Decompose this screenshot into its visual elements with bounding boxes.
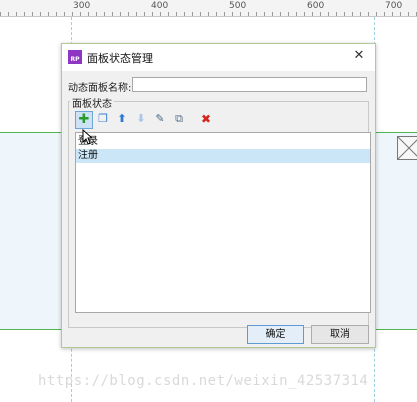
ruler-tick [280,12,281,16]
ruler-tick [352,12,353,16]
ruler-tick [360,12,361,16]
ruler-tick [0,12,1,16]
ruler-tick [24,12,25,16]
ruler-tick [168,12,169,16]
ruler-tick [200,12,201,16]
ruler-tick [144,12,145,16]
image-placeholder-icon[interactable] [397,136,417,160]
ruler-tick [112,12,113,16]
delete-icon[interactable]: ✖ [198,111,214,127]
ruler-tick [48,12,49,16]
ruler-tick [72,12,73,16]
ruler-tick [336,12,337,16]
ruler-tick [264,12,265,16]
ruler-tick [192,12,193,16]
ruler-tick [120,12,121,16]
dialog-titlebar[interactable]: RP 面板状态管理 ✕ [62,44,375,71]
ruler-tick [240,12,241,16]
ruler-tick [80,12,81,16]
panel-name-input[interactable] [132,77,367,92]
panel-name-label: 动态面板名称: [68,83,132,94]
ruler-label: 600 [307,1,325,11]
dialog-title: 面板状态管理 [87,52,153,65]
panel-states-group-label: 面板状态 [70,95,114,110]
ruler-tick [128,12,129,16]
ruler-label: 500 [229,1,247,11]
ruler-label: 400 [151,1,169,11]
arrow-down-icon[interactable]: ⬇ [133,111,149,127]
ruler-tick [16,12,17,16]
watermark-text: https://blog.csdn.net/weixin_42537314 [38,373,369,389]
ruler-tick [104,12,105,16]
ruler-tick [136,12,137,16]
edit-all-states-icon[interactable]: ⧉ [171,111,187,127]
plus-icon[interactable]: ✚ [75,111,93,129]
panel-state-manager-dialog: RP 面板状态管理 ✕ 动态面板名称: 面板状态 ✚ ❐ ⬆ ⬇ ✎ ⧉ ✖ 登… [61,43,376,348]
ruler-tick [56,12,57,16]
axure-app-icon: RP [68,50,82,64]
ruler-tick [368,12,369,16]
state-item-login[interactable]: 登录 [76,135,370,149]
ruler-tick [392,12,393,16]
ruler-tick [176,12,177,16]
ruler-tick [344,12,345,16]
ruler-tick [312,12,313,16]
ruler-label: 300 [73,1,91,11]
ruler-tick [96,12,97,16]
ruler-tick [408,12,409,16]
ruler-tick [304,12,305,16]
ruler-tick [40,12,41,16]
ruler-tick [160,12,161,16]
arrow-up-icon[interactable]: ⬆ [114,111,130,127]
ruler-tick [88,12,89,16]
mouse-cursor-icon [82,129,92,145]
ruler-tick [256,12,257,16]
ruler-tick [32,12,33,16]
copy-icon[interactable]: ❐ [95,111,111,127]
horizontal-ruler: 300 400 500 600 700 [0,0,417,17]
ruler-tick [152,12,153,16]
cancel-button[interactable]: 取消 [311,325,369,344]
ruler-tick [232,12,233,16]
ruler-tick [8,12,9,16]
close-icon[interactable]: ✕ [351,48,367,64]
ruler-tick [320,12,321,16]
ruler-tick [224,12,225,16]
ruler-tick [216,12,217,16]
ruler-tick [248,12,249,16]
ruler-tick [288,12,289,16]
ruler-label: 700 [385,1,403,11]
ruler-tick [400,12,401,16]
edit-state-icon[interactable]: ✎ [152,111,168,127]
ruler-tick [272,12,273,16]
states-list[interactable]: 登录 注册 [75,132,371,313]
ruler-tick [184,12,185,16]
ruler-tick [384,12,385,16]
ruler-tick [328,12,329,16]
ruler-tick [208,12,209,16]
ok-button[interactable]: 确定 [247,325,304,344]
state-item-register[interactable]: 注册 [76,149,370,163]
ruler-tick [296,12,297,16]
ruler-tick [376,12,377,16]
ruler-tick [64,12,65,16]
